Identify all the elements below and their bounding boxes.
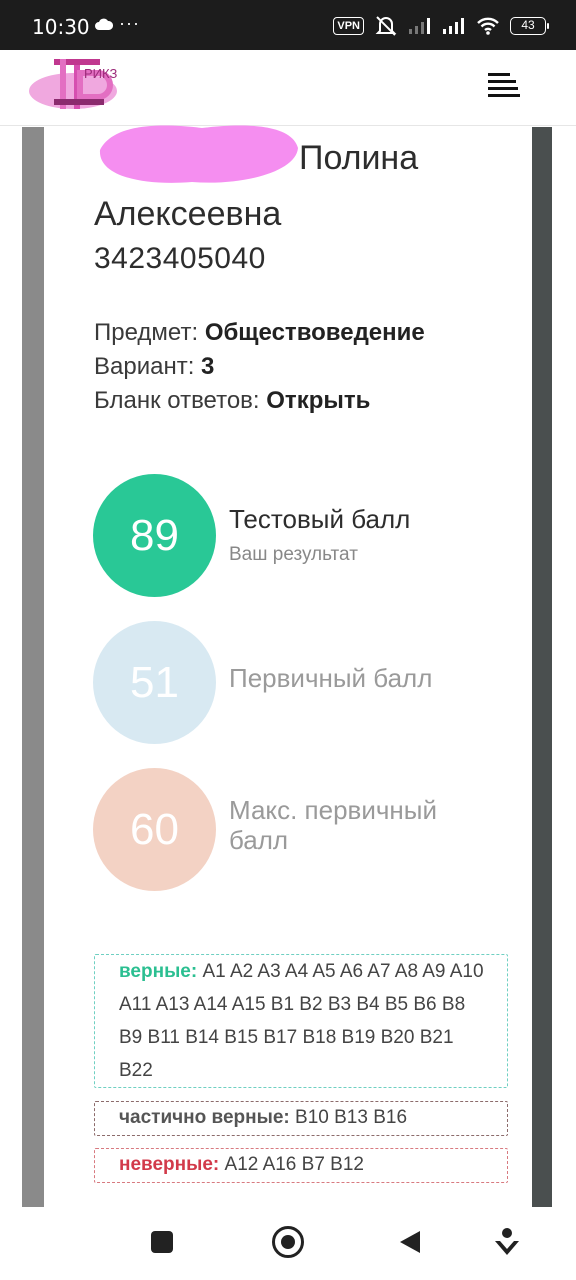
test-score-circle: 89 [93, 474, 216, 597]
answer-sheet-line: Бланк ответов: Открыть [94, 384, 514, 418]
subject-line: Предмет: Обществоведение [94, 316, 514, 350]
system-nav-bar [0, 1207, 576, 1280]
variant-label: Вариант: [94, 353, 202, 380]
left-border-bar [22, 127, 44, 1207]
logo-text: РИКЗ [84, 66, 118, 81]
test-score-title: Тестовый балл [229, 504, 411, 534]
redaction-mark [99, 125, 299, 183]
partial-answers-box: частично верные: B10 B13 B16 [94, 1101, 508, 1136]
site-header: РИКЗ [0, 50, 576, 126]
wrong-answers-list: A12 A16 B7 B12 [224, 1154, 364, 1175]
more-notifications-icon: ··· [119, 13, 140, 33]
battery-icon: 43 [510, 17, 549, 35]
open-answer-sheet-link[interactable]: Открыть [266, 387, 370, 414]
assistant-icon[interactable] [494, 1227, 520, 1257]
right-border-bar [532, 127, 552, 1207]
recent-apps-icon[interactable] [151, 1231, 173, 1253]
subject-label: Предмет: [94, 319, 205, 346]
primary-score-title: Первичный балл [229, 663, 433, 693]
max-primary-score-title: Макс. первичный балл [229, 795, 437, 855]
student-id: 3423405040 [94, 242, 266, 275]
signal-icon-1 [409, 18, 430, 34]
answer-sheet-label: Бланк ответов: [94, 387, 267, 414]
max-primary-score-circle: 60 [93, 768, 216, 891]
test-score-row: 89 Тестовый балл Ваш результат [93, 474, 513, 598]
cloud-icon [95, 18, 113, 30]
partial-answers-list: B10 B13 B16 [295, 1107, 408, 1128]
status-bar: 10:30 ··· VPN 43 [0, 0, 576, 50]
test-score-subtitle: Ваш результат [229, 544, 358, 565]
vpn-icon: VPN [333, 17, 364, 35]
primary-score-circle: 51 [93, 621, 216, 744]
wrong-answers-label: неверные: [119, 1154, 220, 1175]
home-icon[interactable] [272, 1226, 304, 1258]
rikz-logo[interactable] [28, 53, 128, 115]
signal-icon-2 [443, 18, 464, 34]
hamburger-menu-icon[interactable] [488, 73, 520, 97]
back-icon[interactable] [400, 1231, 420, 1253]
max-primary-score-row: 60 Макс. первичный балл [93, 768, 513, 892]
correct-answers-box: верные: A1 A2 A3 A4 A5 A6 A7 A8 A9 A10 A… [94, 954, 508, 1088]
student-first-name: Полина [299, 139, 419, 177]
variant-value: 3 [201, 353, 215, 380]
partial-answers-label: частично верные: [119, 1107, 290, 1128]
subject-value: Обществоведение [204, 319, 425, 346]
student-patronymic: Алексеевна [94, 195, 282, 233]
correct-answers-label: верные: [119, 961, 198, 982]
variant-line: Вариант: 3 [94, 350, 514, 384]
primary-score-row: 51 Первичный балл [93, 621, 513, 745]
mute-icon [375, 16, 397, 36]
wifi-icon [477, 17, 499, 35]
status-icons: VPN 43 [333, 14, 549, 38]
wrong-answers-box: неверные: A12 A16 B7 B12 [94, 1148, 508, 1183]
status-time: 10:30 [32, 15, 90, 39]
